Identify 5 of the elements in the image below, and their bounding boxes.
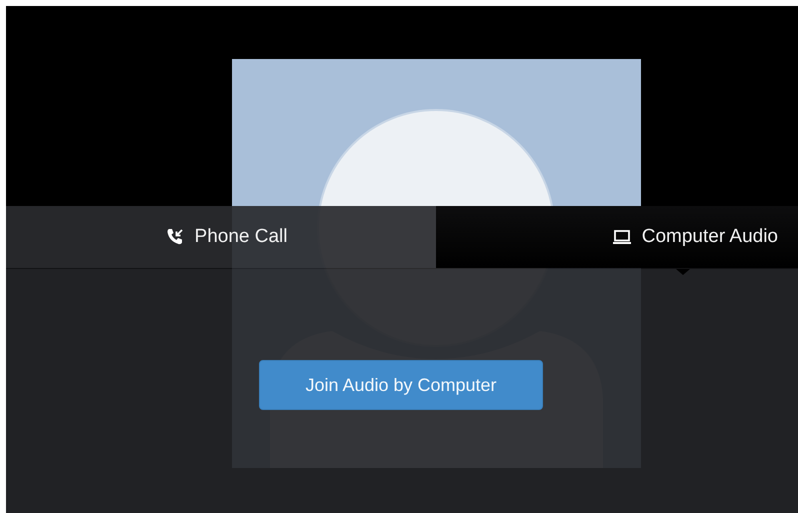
laptop-icon	[612, 228, 632, 246]
tab-pointer	[676, 269, 690, 275]
audio-tab[interactable]: Phone Call	[6, 206, 436, 268]
phone-icon	[164, 227, 185, 247]
audio-tab[interactable]: Computer Audio	[436, 206, 798, 268]
